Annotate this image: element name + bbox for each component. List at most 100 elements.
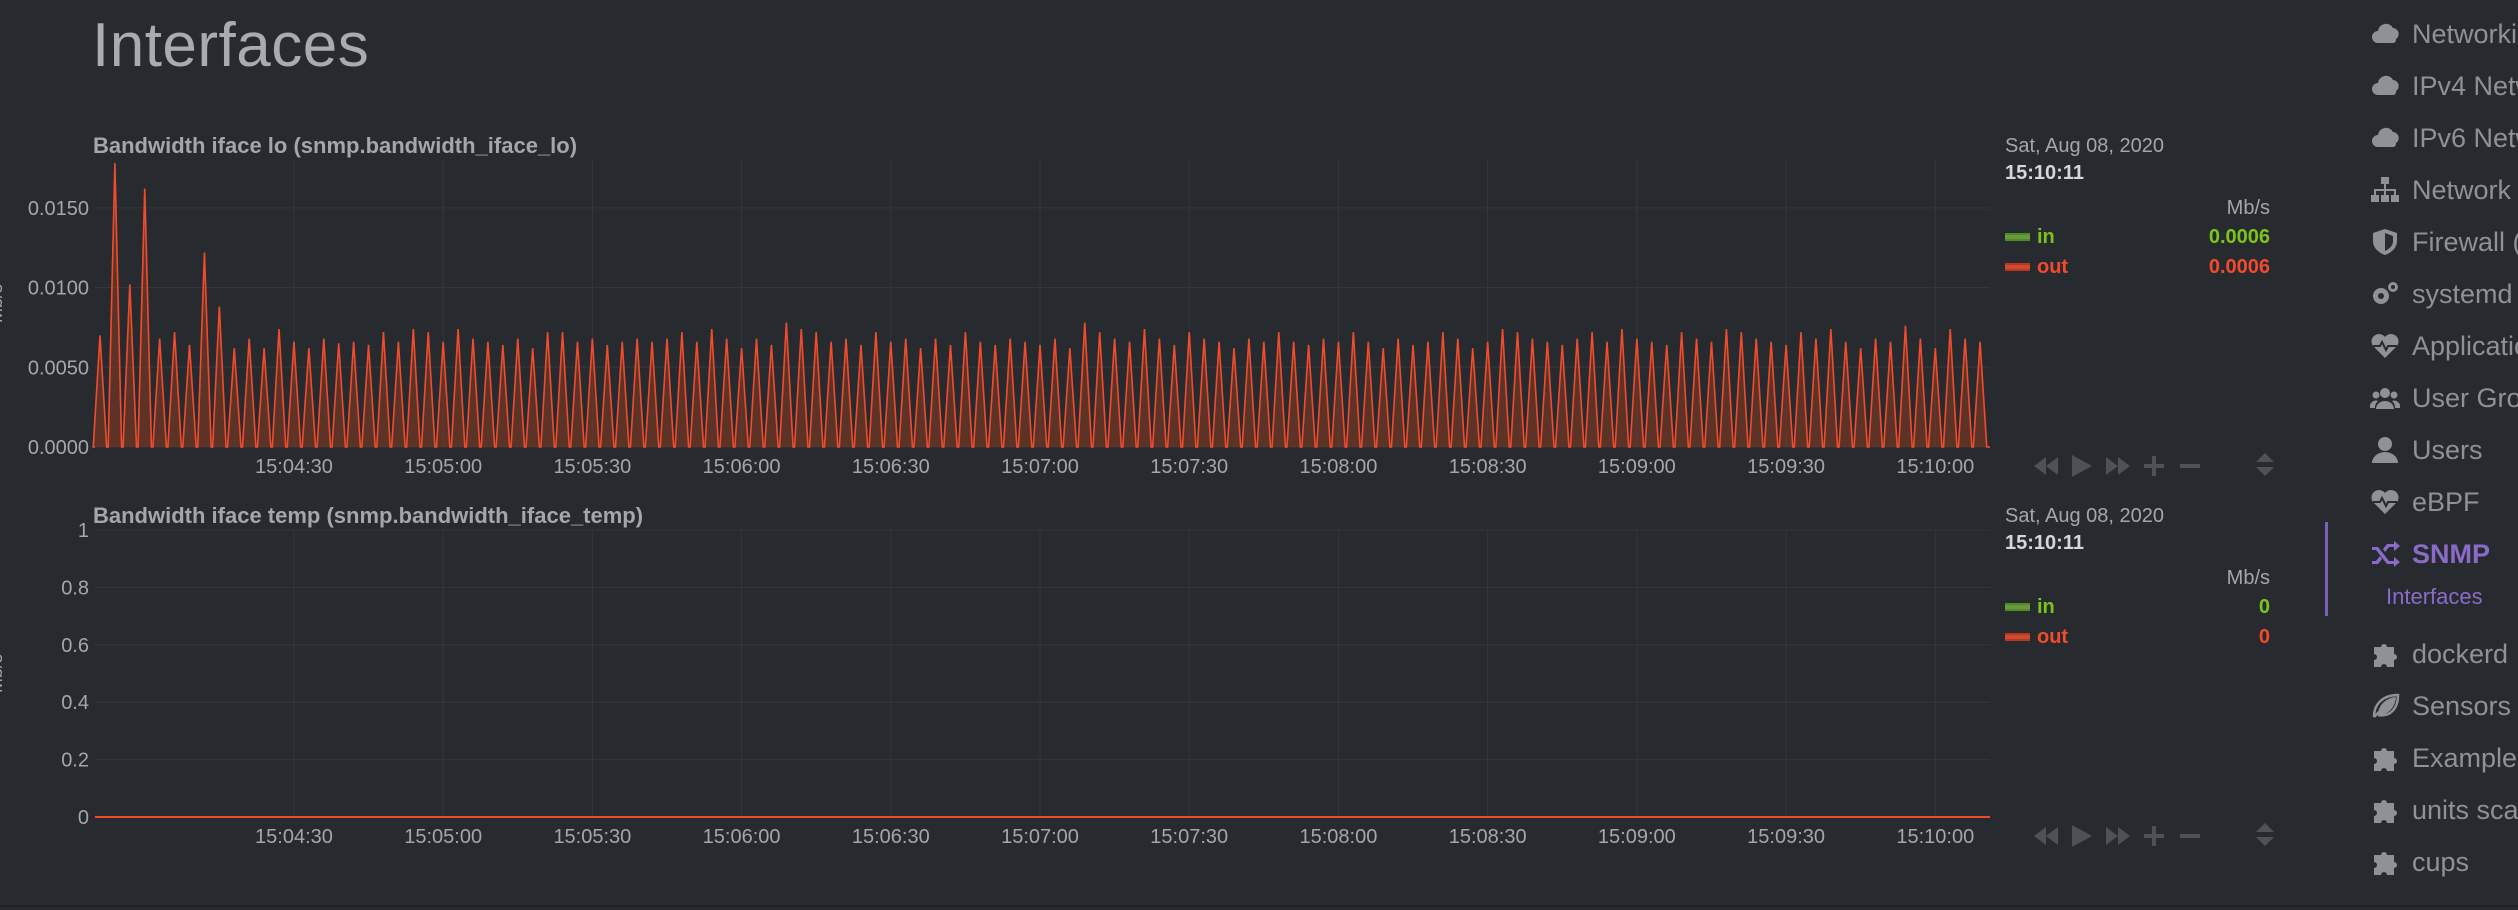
sidebar-item-label: SNMP bbox=[2412, 538, 2491, 569]
x-tick-label: 15:09:30 bbox=[1747, 456, 1825, 478]
sidebar-item-cups[interactable]: cups bbox=[2370, 842, 2469, 882]
play-icon[interactable] bbox=[2064, 451, 2100, 481]
legend-date: Sat, Aug 08, 2020 bbox=[2005, 135, 2165, 157]
x-tick-label: 15:04:30 bbox=[255, 456, 333, 478]
resize-handle-lo[interactable] bbox=[2250, 451, 2280, 481]
zoom-out-icon[interactable] bbox=[2172, 451, 2208, 481]
y-tick-label: 0.6 bbox=[61, 635, 89, 657]
x-tick-label: 15:08:00 bbox=[1300, 456, 1378, 478]
legend-name-in: in bbox=[2037, 225, 2055, 248]
sidebar-item-label: Network Interfaces bbox=[2412, 174, 2518, 205]
y-tick-label: 0.4 bbox=[61, 692, 89, 714]
shield-icon bbox=[2373, 229, 2397, 255]
zoom-in-icon[interactable] bbox=[2136, 821, 2172, 851]
x-tick-label: 15:06:30 bbox=[852, 826, 930, 848]
sidebar-item-sensors[interactable]: Sensors bbox=[2370, 686, 2511, 726]
legend-row-out[interactable]: out 0 bbox=[2005, 624, 2270, 650]
sidebar-item-user-groups[interactable]: User Groups bbox=[2370, 378, 2518, 418]
sidebar-item-network-interfaces[interactable]: Network Interfaces bbox=[2370, 170, 2518, 210]
puzzle-icon bbox=[2374, 800, 2397, 823]
legend-row-in[interactable]: in 0 bbox=[2005, 594, 2270, 620]
legend-swatch-in bbox=[2005, 233, 2030, 241]
legend-value-out: 0 bbox=[2258, 625, 2270, 648]
gears-icon bbox=[2373, 282, 2398, 304]
legend-date: Sat, Aug 08, 2020 bbox=[2005, 505, 2165, 527]
resize-handle-temp[interactable] bbox=[2250, 821, 2280, 851]
sidebar-item-label: systemd Services bbox=[2412, 278, 2518, 309]
x-tick-label: 15:05:30 bbox=[553, 826, 631, 848]
y-tick-label: 1 bbox=[78, 520, 89, 542]
sidebar-item-label: dockerd bbox=[2412, 638, 2509, 669]
x-tick-label: 15:08:30 bbox=[1449, 456, 1527, 478]
sidebar-item-label: units scaling bbox=[2412, 794, 2518, 825]
play-icon[interactable] bbox=[2064, 821, 2100, 851]
rewind-icon[interactable] bbox=[2028, 451, 2064, 481]
legend-units: Mb/s bbox=[2226, 197, 2270, 219]
sidebar-item-label: Applications bbox=[2412, 330, 2518, 361]
chart-controls-lo bbox=[2028, 451, 2278, 481]
legend-swatch-in bbox=[2005, 603, 2030, 611]
x-tick-label: 15:06:00 bbox=[703, 826, 781, 848]
sitemap-icon bbox=[2371, 177, 2399, 202]
x-tick-label: 15:07:30 bbox=[1150, 826, 1228, 848]
x-tick-label: 15:07:00 bbox=[1001, 456, 1079, 478]
cloud-icon bbox=[2372, 127, 2399, 147]
x-tick-label: 15:05:30 bbox=[553, 456, 631, 478]
sidebar-item-applications[interactable]: Applications bbox=[2370, 326, 2518, 366]
zoom-out-icon[interactable] bbox=[2172, 821, 2208, 851]
x-tick-label: 15:05:00 bbox=[404, 826, 482, 848]
sidebar-item-networking-stack[interactable]: Networking Stack bbox=[2370, 14, 2518, 54]
x-tick-label: 15:08:00 bbox=[1300, 826, 1378, 848]
legend-name-in: in bbox=[2037, 595, 2055, 618]
zoom-in-icon[interactable] bbox=[2136, 451, 2172, 481]
y-axis-label: Mb/s bbox=[0, 654, 6, 693]
legend-name-out: out bbox=[2037, 625, 2069, 648]
users-icon bbox=[2370, 388, 2400, 409]
sidebar-item-ebpf[interactable]: eBPF bbox=[2370, 482, 2480, 522]
sidebar-item-systemd-services[interactable]: systemd Services bbox=[2370, 274, 2518, 314]
sidebar-item-label: eBPF bbox=[2412, 486, 2480, 517]
y-tick-label: 0 bbox=[78, 807, 89, 829]
x-tick-label: 15:09:00 bbox=[1598, 456, 1676, 478]
legend-value-in: 0 bbox=[2258, 595, 2270, 618]
page-title: Interfaces bbox=[92, 11, 370, 80]
legend-swatch-out bbox=[2005, 263, 2030, 271]
sidebar-item-label: User Groups bbox=[2412, 382, 2518, 413]
chart-temp[interactable]: 0 0.2 0.4 0.6 0.8 1 15:04:30 15:05:00 15:05:30 15… bbox=[0, 510, 2000, 860]
sidebar-item-label: cups bbox=[2412, 846, 2470, 877]
sidebar-item-dockerd[interactable]: dockerd bbox=[2370, 634, 2508, 674]
y-tick-label: 0.8 bbox=[61, 577, 89, 599]
legend-row-in[interactable]: in 0.0006 bbox=[2005, 224, 2270, 250]
sidebar-item-snmp[interactable]: SNMP bbox=[2370, 534, 2490, 574]
sidebar-subitem-interfaces[interactable]: Interfaces bbox=[2386, 584, 2483, 610]
sidebar-item-ipv4-networking[interactable]: IPv4 Networking bbox=[2370, 66, 2518, 106]
sidebar-item-example-charts[interactable]: Example Charts bbox=[2370, 738, 2518, 778]
rewind-icon[interactable] bbox=[2028, 821, 2064, 851]
chart-lo-svg[interactable]: 0.0000 0.0050 0.0100 0.0150 15:04:30 15:05:00… bbox=[0, 140, 2000, 490]
sidebar-item-label: Networking Stack bbox=[2412, 18, 2518, 49]
sidebar-item-users[interactable]: Users bbox=[2370, 430, 2483, 470]
chart-lo[interactable]: 0.0000 0.0050 0.0100 0.0150 15:04:30 15:05:00… bbox=[0, 140, 2000, 490]
sidebar: Networking Stack IPv4 Networking IPv6 Netw… bbox=[2322, 0, 2518, 910]
x-tick-label: 15:06:30 bbox=[852, 456, 930, 478]
x-tick-label: 15:09:00 bbox=[1598, 826, 1676, 848]
x-tick-label: 15:06:00 bbox=[703, 456, 781, 478]
sidebar-item-firewall-netfilter[interactable]: Firewall (netfilter) bbox=[2370, 222, 2518, 262]
legend-lo: Sat, Aug 08, 2020 15:10:11 Mb/s in 0.000… bbox=[2005, 135, 2270, 280]
series-area-in bbox=[93, 163, 1991, 447]
legend-time: 15:10:11 bbox=[2005, 162, 2084, 184]
user-icon bbox=[2372, 437, 2398, 463]
fast-forward-icon[interactable] bbox=[2100, 821, 2136, 851]
legend-swatch-out bbox=[2005, 633, 2030, 641]
sidebar-item-units-scaling[interactable]: units scaling bbox=[2370, 790, 2518, 830]
chart-temp-svg[interactable]: 0 0.2 0.4 0.6 0.8 1 15:04:30 15:05:00 15:05:30 15… bbox=[0, 510, 2000, 860]
fast-forward-icon[interactable] bbox=[2100, 451, 2136, 481]
sidebar-item-label: IPv4 Networking bbox=[2412, 70, 2518, 101]
sidebar-item-label: Sensors bbox=[2412, 690, 2512, 721]
chart-controls-temp bbox=[2028, 821, 2278, 851]
heartbeat-icon bbox=[2371, 334, 2399, 358]
legend-row-out[interactable]: out 0.0006 bbox=[2005, 254, 2270, 280]
puzzle-icon bbox=[2374, 644, 2397, 667]
leaf-icon bbox=[2372, 693, 2400, 718]
sidebar-item-ipv6-networking[interactable]: IPv6 Networking bbox=[2370, 118, 2518, 158]
